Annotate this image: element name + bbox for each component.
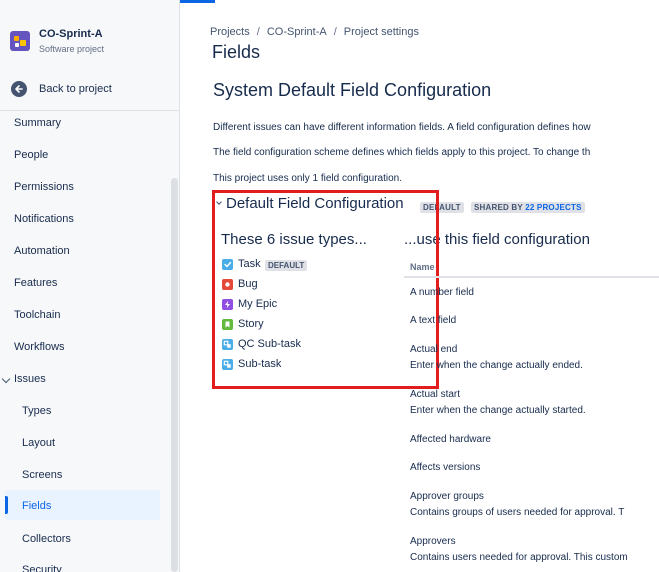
page-title: Fields xyxy=(212,42,261,62)
breadcrumb-project[interactable]: CO-Sprint-A xyxy=(267,26,327,38)
sidebar-item-label: Layout xyxy=(22,437,56,449)
field-row-name: Affected hardware xyxy=(410,434,491,445)
field-row-name: Approvers xyxy=(410,536,456,547)
breadcrumb-separator: / xyxy=(333,26,337,38)
sidebar-item-label: Features xyxy=(14,277,58,289)
sidebar-item-label: Workflows xyxy=(14,341,65,353)
field-row-description: Contains groups of users needed for appr… xyxy=(410,507,625,518)
project-sidebar: CO-Sprint-A Software project Back to pro… xyxy=(0,0,180,572)
sidebar-item-workflows[interactable]: Workflows xyxy=(5,332,160,362)
field-row-description: Contains users needed for approval. This… xyxy=(410,552,628,563)
sidebar-item-fields[interactable]: Fields xyxy=(5,490,160,520)
sidebar-item-collectors[interactable]: Collectors xyxy=(5,524,160,554)
field-row-name: A text field xyxy=(410,315,457,326)
sidebar-item-automation[interactable]: Automation xyxy=(5,236,160,266)
shared-projects-link[interactable]: 22 PROJECTS xyxy=(525,203,581,212)
sidebar-item-label: Issues xyxy=(14,373,46,385)
arrow-left-icon xyxy=(11,81,27,97)
sidebar-item-security[interactable]: Security xyxy=(5,555,160,572)
sidebar-item-issues[interactable]: Issues xyxy=(0,364,160,394)
sidebar-item-label: Screens xyxy=(22,469,63,481)
project-name: CO-Sprint-A xyxy=(39,28,103,40)
sidebar-item-label: Toolchain xyxy=(14,309,61,321)
field-row-name: Affects versions xyxy=(410,462,481,473)
field-row-name: Actual start xyxy=(410,389,461,400)
sidebar-item-people[interactable]: People xyxy=(5,140,160,170)
breadcrumb-separator: / xyxy=(256,26,260,38)
sidebar-item-permissions[interactable]: Permissions xyxy=(5,172,160,202)
sidebar-item-summary[interactable]: Summary xyxy=(5,108,160,138)
back-to-project-label: Back to project xyxy=(39,83,112,95)
breadcrumb: Projects / CO-Sprint-A / Project settings xyxy=(210,26,419,38)
field-row-description: Enter when the change actually ended. xyxy=(410,360,583,371)
sidebar-item-label: People xyxy=(14,149,49,161)
field-row-description: Enter when the change actually started. xyxy=(410,405,586,416)
column-header-name[interactable]: Name xyxy=(410,262,435,272)
sidebar-item-label: Collectors xyxy=(22,533,71,545)
breadcrumb-projects[interactable]: Projects xyxy=(210,26,250,38)
field-row-name: Approver groups xyxy=(410,491,484,502)
sidebar-item-label: Automation xyxy=(14,245,70,257)
sidebar-item-notifications[interactable]: Notifications xyxy=(5,204,160,234)
breadcrumb-project-settings[interactable]: Project settings xyxy=(344,26,419,38)
highlight-annotation-box xyxy=(212,190,439,389)
project-type: Software project xyxy=(39,44,105,54)
shared-by-text: SHARED BY xyxy=(474,203,526,212)
intro-paragraph-3: This project uses only 1 field configura… xyxy=(213,173,402,184)
section-title: System Default Field Configuration xyxy=(213,80,492,100)
shared-by-lozenge: SHARED BY 22 PROJECTS xyxy=(471,202,585,213)
sidebar-scrollbar[interactable] xyxy=(171,178,178,572)
sidebar-item-screens[interactable]: Screens xyxy=(5,460,160,490)
sidebar-item-toolchain[interactable]: Toolchain xyxy=(5,300,160,330)
sidebar-item-label: Permissions xyxy=(14,181,74,193)
intro-paragraph-2: The field configuration scheme defines w… xyxy=(213,147,591,158)
field-row-name: A number field xyxy=(410,287,474,298)
sidebar-item-label: Types xyxy=(22,405,52,417)
sidebar-item-label: Summary xyxy=(14,117,62,129)
sidebar-item-features[interactable]: Features xyxy=(5,268,160,298)
sidebar-item-label: Fields xyxy=(22,500,52,512)
sidebar-item-layout[interactable]: Layout xyxy=(5,428,160,458)
main-content: Projects / CO-Sprint-A / Project settings Fi… xyxy=(181,0,659,572)
sidebar-item-label: Notifications xyxy=(14,213,74,225)
project-header[interactable]: CO-Sprint-A Software project xyxy=(0,0,179,70)
intro-paragraph-1: Different issues can have different info… xyxy=(213,122,591,133)
field-row-name: Actual end xyxy=(410,344,458,355)
project-avatar-icon xyxy=(10,31,30,51)
back-to-project-link[interactable]: Back to project xyxy=(0,76,179,102)
chevron-down-icon xyxy=(1,374,11,384)
sidebar-item-label: Security xyxy=(22,564,62,572)
sidebar-item-types[interactable]: Types xyxy=(5,396,160,426)
fields-table-header: Name xyxy=(404,256,659,278)
